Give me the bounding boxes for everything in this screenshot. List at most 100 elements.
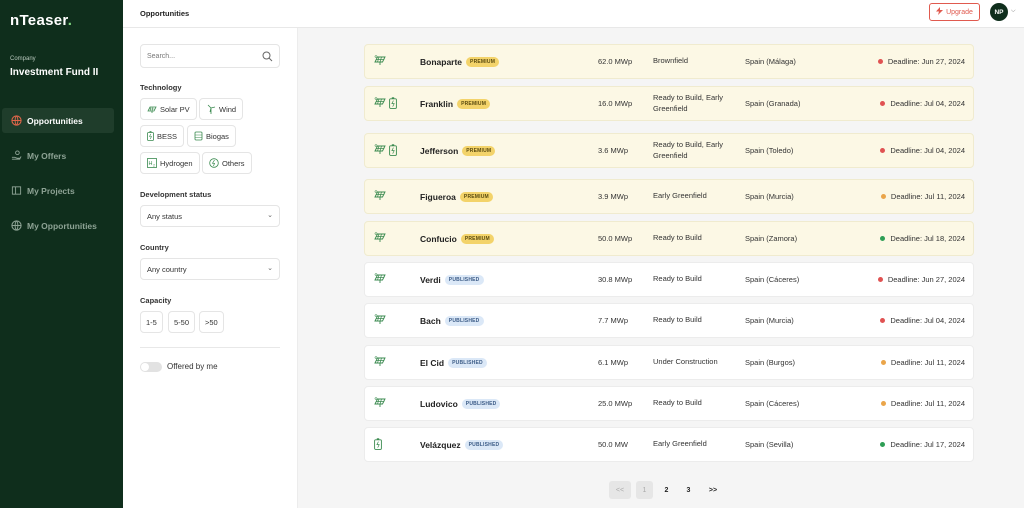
opportunity-row[interactable]: Figueroa PREMIUM 3.9 MWp Early Greenfield Sp… bbox=[364, 179, 974, 214]
wind-turbine-icon bbox=[206, 104, 216, 114]
solar-panel-icon bbox=[374, 190, 386, 203]
pagination-page-1[interactable]: 1 bbox=[636, 481, 653, 499]
upgrade-button[interactable]: Upgrade bbox=[929, 3, 980, 21]
opportunity-name[interactable]: Bach bbox=[420, 316, 441, 326]
opportunity-row[interactable]: Ludovico PUBLISHED 25.0 MWp Ready to Build S… bbox=[364, 386, 974, 421]
chevron-down-icon[interactable]: ⌵ bbox=[1011, 8, 1016, 15]
logo-dot: . bbox=[67, 12, 73, 29]
capacity-chip-over-50[interactable]: >50 bbox=[199, 311, 224, 333]
country-select[interactable]: Any country ⌄ bbox=[140, 258, 280, 280]
location-value: Spain (Murcia) bbox=[745, 316, 794, 325]
battery-icon bbox=[389, 143, 397, 158]
solar-panel-icon bbox=[374, 144, 386, 157]
opportunity-name[interactable]: El Cid bbox=[420, 358, 444, 368]
pagination-page-2[interactable]: 2 bbox=[658, 481, 675, 499]
company-name[interactable]: Investment Fund II bbox=[10, 67, 98, 78]
biogas-tank-icon bbox=[194, 131, 203, 141]
deadline-status-dot bbox=[877, 277, 883, 282]
opportunity-name[interactable]: Jefferson bbox=[420, 146, 458, 156]
opportunity-name[interactable]: Velázquez bbox=[420, 440, 461, 450]
deadline-text: Deadline: Jun 27, 2024 bbox=[887, 57, 965, 66]
deadline-status-dot bbox=[880, 360, 886, 365]
deadline-cell: Deadline: Jul 17, 2024 bbox=[880, 428, 965, 461]
filter-panel: Search... Technology Solar PV Wind BESS … bbox=[123, 28, 298, 508]
page-title: Opportunities bbox=[140, 9, 190, 18]
search-placeholder: Search... bbox=[147, 52, 176, 60]
sidebar-item-opportunities[interactable]: Opportunities bbox=[2, 108, 114, 133]
battery-icon bbox=[389, 96, 397, 111]
deadline-cell: Deadline: Jul 11, 2024 bbox=[880, 180, 965, 213]
lightning-circle-icon bbox=[209, 158, 219, 168]
opportunity-row[interactable]: Bonaparte PREMIUM 62.0 MWp Brownfield Spain … bbox=[364, 44, 974, 79]
avatar[interactable]: NP bbox=[990, 3, 1008, 21]
lightning-icon bbox=[936, 7, 944, 17]
tech-chip-solar-pv[interactable]: Solar PV bbox=[140, 98, 197, 120]
sidebar-item-label: My Opportunities bbox=[27, 220, 97, 231]
sidebar-item-label: My Projects bbox=[27, 185, 75, 196]
pagination-next[interactable]: >> bbox=[703, 481, 723, 499]
opportunity-row[interactable]: Franklin PREMIUM 16.0 MWp Ready to Build, E… bbox=[364, 86, 974, 121]
opportunity-row[interactable]: Velázquez PUBLISHED 50.0 MW Early Greenfiel… bbox=[364, 427, 974, 462]
deadline-cell: Deadline: Jul 04, 2024 bbox=[880, 87, 965, 120]
tech-chip-hydrogen[interactable]: H2 Hydrogen bbox=[140, 152, 200, 174]
deadline-text: Deadline: Jul 04, 2024 bbox=[890, 99, 965, 108]
opportunity-row[interactable]: Jefferson PREMIUM 3.6 MWp Ready to Build, E… bbox=[364, 133, 974, 168]
pagination-prev[interactable]: << bbox=[609, 481, 631, 499]
solar-panel-icon bbox=[374, 397, 386, 410]
search-icon[interactable] bbox=[262, 51, 273, 64]
capacity-value: 6.1 MWp bbox=[598, 358, 629, 367]
capacity-chip-5-50[interactable]: 5-50 bbox=[168, 311, 196, 333]
location-value: Spain (Sevilla) bbox=[745, 440, 794, 449]
capacity-value: 3.6 MWp bbox=[598, 146, 629, 155]
deadline-status-dot bbox=[880, 442, 886, 447]
solar-panel-icon bbox=[374, 97, 386, 110]
opportunity-row[interactable]: Bach PUBLISHED 7.7 MWp Ready to Build Spain … bbox=[364, 303, 974, 338]
opportunity-row[interactable]: Verdi PUBLISHED 30.8 MWp Ready to Build Spai… bbox=[364, 262, 974, 297]
capacity-value: 30.8 MWp bbox=[598, 275, 633, 284]
opportunity-name-cell: Ludovico PUBLISHED bbox=[420, 387, 501, 420]
deadline-text: Deadline: Jul 04, 2024 bbox=[890, 316, 965, 325]
capacity-value: 62.0 MWp bbox=[598, 57, 633, 66]
deadline-cell: Deadline: Jul 18, 2024 bbox=[880, 222, 965, 255]
deadline-cell: Deadline: Jun 27, 2024 bbox=[877, 263, 965, 296]
tech-chip-bess[interactable]: BESS bbox=[140, 125, 185, 147]
opportunity-row[interactable]: El Cid PUBLISHED 6.1 MWp Under Construction… bbox=[364, 345, 974, 380]
capacity-value: 7.7 MWp bbox=[598, 316, 629, 325]
capacity-value: 25.0 MWp bbox=[598, 399, 633, 408]
opportunity-name[interactable]: Ludovico bbox=[420, 399, 458, 409]
deadline-text: Deadline: Jul 11, 2024 bbox=[890, 192, 965, 201]
sidebar-item-my-opportunities[interactable]: My Opportunities bbox=[2, 213, 114, 238]
opportunity-name[interactable]: Verdi bbox=[420, 275, 441, 285]
opportunity-name[interactable]: Franklin bbox=[420, 99, 453, 109]
technology-icons bbox=[374, 428, 382, 461]
svg-text:H: H bbox=[149, 161, 153, 167]
location-value: Spain (Málaga) bbox=[745, 57, 796, 66]
sidebar-item-my-projects[interactable]: My Projects bbox=[2, 178, 114, 203]
deadline-cell: Deadline: Jul 11, 2024 bbox=[880, 346, 965, 379]
opportunity-name[interactable]: Confucio bbox=[420, 234, 457, 244]
opportunity-name-cell: Bach PUBLISHED bbox=[420, 304, 484, 337]
pagination-page-3[interactable]: 3 bbox=[680, 481, 697, 499]
tech-chip-wind[interactable]: Wind bbox=[199, 98, 244, 120]
location-value: Spain (Toledo) bbox=[745, 146, 794, 155]
sidebar-item-my-offers[interactable]: My Offers bbox=[2, 143, 114, 168]
technology-icons bbox=[374, 346, 386, 379]
sidebar-item-label: My Offers bbox=[27, 150, 67, 161]
app-logo[interactable]: nTeaser. bbox=[10, 12, 72, 29]
tech-chip-others[interactable]: Others bbox=[202, 152, 252, 174]
capacity-chip-1-5[interactable]: 1-5 bbox=[140, 311, 163, 333]
opportunity-name-cell: Confucio PREMIUM bbox=[420, 222, 494, 255]
development-status-select[interactable]: Any status ⌄ bbox=[140, 205, 280, 227]
opportunity-name[interactable]: Bonaparte bbox=[420, 57, 462, 67]
offered-by-me-toggle[interactable] bbox=[140, 362, 162, 372]
opportunity-row[interactable]: Confucio PREMIUM 50.0 MWp Ready to Build Spa… bbox=[364, 221, 974, 256]
status-badge: PREMIUM bbox=[460, 233, 494, 244]
location-value: Spain (Granada) bbox=[745, 99, 801, 108]
tech-chip-biogas[interactable]: Biogas bbox=[187, 125, 236, 147]
capacity-value: 16.0 MWp bbox=[598, 99, 633, 108]
opportunity-name[interactable]: Figueroa bbox=[420, 192, 456, 202]
search-input[interactable]: Search... bbox=[140, 44, 280, 68]
development-status-value: Ready to Build, Early Greenfield bbox=[653, 139, 724, 160]
deadline-text: Deadline: Jul 18, 2024 bbox=[890, 234, 965, 243]
select-value: Any country bbox=[147, 264, 187, 274]
